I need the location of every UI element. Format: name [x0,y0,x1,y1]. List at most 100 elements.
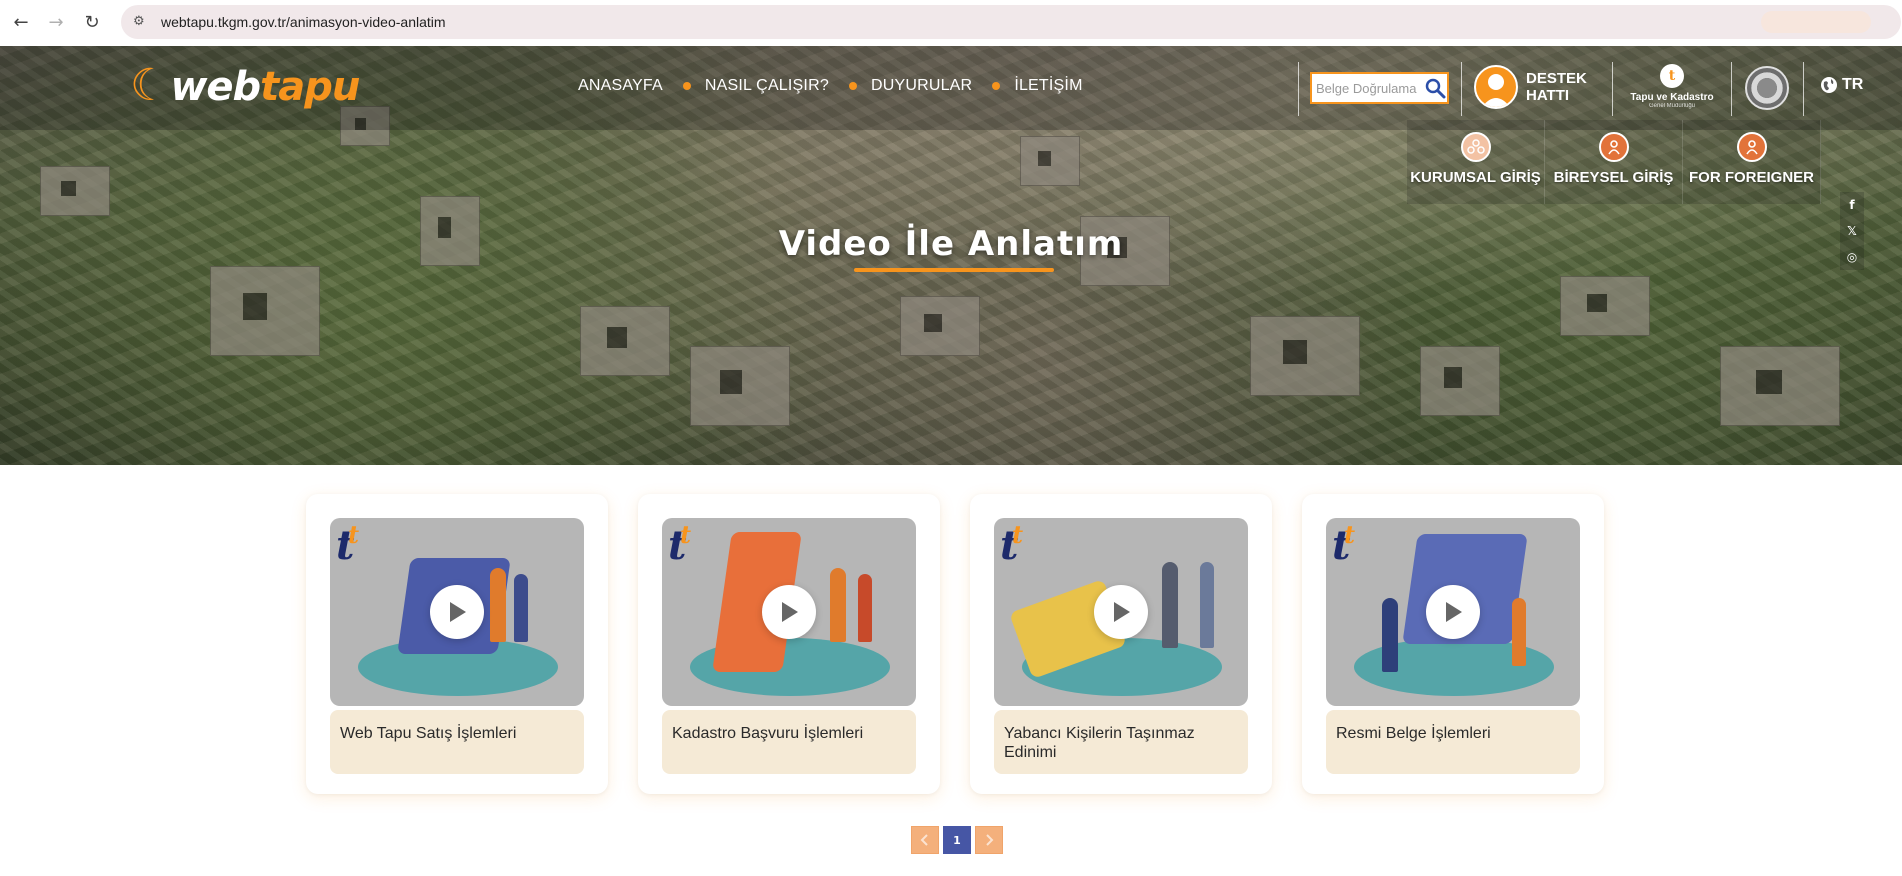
header-divider [1803,62,1804,116]
support-line-label: DESTEK HATTI [1526,70,1587,104]
menu-item-duyurular[interactable]: DUYURULAR [871,77,972,95]
foreigner-login-label: FOR FOREIGNER [1688,169,1814,186]
header-divider [1298,62,1299,116]
video-card[interactable]: tt Kadastro Başvuru İşlemleri [638,494,940,794]
play-icon [450,602,466,622]
page-number-button[interactable]: 1 [943,826,971,854]
title-underline [854,268,1054,272]
hero-photo-detail [1020,136,1080,186]
hero-photo-detail [210,266,320,356]
arrow-right-icon: → [48,11,64,33]
reload-icon: ↻ [84,11,100,33]
video-thumbnail[interactable]: tt [994,518,1248,706]
page-title: Video İle Anlatım [778,224,1124,264]
individual-login-button[interactable]: BİREYSEL GİRİŞ [1545,120,1683,204]
top-navigation: ☾webtapu ANASAYFA NASIL ÇALIŞIR? DUYURUL… [0,46,1902,130]
header-divider [1731,62,1732,116]
toolbar-extension-area [1761,11,1871,33]
chevron-right-icon [986,834,994,846]
video-title[interactable]: Web Tapu Satış İşlemleri [330,710,584,774]
tkgm-watermark-icon: tt [1332,520,1356,569]
video-card[interactable]: tt Resmi Belge İşlemleri [1302,494,1604,794]
video-title[interactable]: Resmi Belge İşlemleri [1326,710,1580,774]
video-thumbnail[interactable]: tt [330,518,584,706]
institution-subtitle: Genel Müdürlüğü [1648,103,1696,109]
user-icon [1598,132,1629,162]
header-divider [1612,62,1613,116]
tkgm-watermark-icon: tt [336,520,360,569]
chevron-left-icon [920,834,928,846]
support-line-button[interactable]: DESTEK HATTI [1474,65,1587,109]
hero-photo-detail [1560,276,1650,336]
hero-photo-detail [900,296,980,356]
url-text: webtapu.tkgm.gov.tr/animasyon-video-anla… [161,14,446,30]
support-line-text-2: HATTI [1526,87,1570,104]
arrow-left-icon: ← [13,11,29,33]
browser-toolbar: ← → ↻ ⚙ webtapu.tkgm.gov.tr/animasyon-vi… [0,0,1902,46]
forward-button[interactable]: → [43,9,69,35]
language-code: TR [1842,76,1864,93]
video-title[interactable]: Kadastro Başvuru İşlemleri [662,710,916,774]
thumbnail-illustration [1200,562,1214,648]
hero-photo-detail [1720,346,1840,426]
play-button[interactable] [430,585,484,639]
play-button[interactable] [762,585,816,639]
hero-photo-detail [580,306,670,376]
menu-item-nasil-calisir[interactable]: NASIL ÇALIŞIR? [705,77,829,95]
login-options: KURUMSAL GİRİŞ BİREYSEL GİRİŞ FOR FOREIG… [1407,120,1821,204]
corporate-users-icon [1460,132,1491,162]
corporate-login-label: KURUMSAL GİRİŞ [1410,169,1541,186]
play-icon [782,602,798,622]
play-button[interactable] [1094,585,1148,639]
video-thumbnail[interactable]: tt [1326,518,1580,706]
facebook-icon[interactable]: f [1849,198,1854,212]
play-icon [1114,602,1130,622]
webtapu-logo[interactable]: ☾webtapu [130,60,360,111]
logo-mark-icon: ☾ [130,60,169,111]
play-button[interactable] [1426,585,1480,639]
globe-icon [1821,77,1837,93]
previous-page-button[interactable] [911,826,939,854]
logo-text-prefix: web [170,64,261,110]
video-card[interactable]: tt Web Tapu Satış İşlemleri [306,494,608,794]
video-thumbnail[interactable]: tt [662,518,916,706]
tkgm-watermark-icon: tt [668,520,692,569]
logo-text-accent: tapu [260,64,360,110]
menu-item-iletisim[interactable]: İLETİŞİM [1014,77,1082,95]
site-info-icon[interactable]: ⚙ [133,14,149,30]
main-menu: ANASAYFA NASIL ÇALIŞIR? DUYURULAR İLETİŞ… [578,77,1083,95]
menu-separator-dot [992,82,1001,90]
menu-item-anasayfa[interactable]: ANASAYFA [578,77,663,95]
thumbnail-illustration [830,568,846,642]
support-line-text-1: DESTEK [1526,70,1587,87]
support-agent-icon [1474,65,1518,109]
foreigner-login-button[interactable]: FOR FOREIGNER [1683,120,1821,204]
menu-separator-dot [848,82,857,90]
header-divider [1461,62,1462,116]
back-button[interactable]: ← [8,9,34,35]
address-bar[interactable]: ⚙ webtapu.tkgm.gov.tr/animasyon-video-an… [121,5,1901,39]
thumbnail-illustration [514,574,528,642]
next-page-button[interactable] [975,826,1003,854]
thumbnail-illustration [490,568,506,642]
reload-button[interactable]: ↻ [79,9,105,35]
menu-separator-dot [682,82,691,90]
video-card[interactable]: tt Yabancı Kişilerin Taşınmaz Edinimi [970,494,1272,794]
tkgm-logo[interactable]: t Tapu ve Kadastro Genel Müdürlüğü [1626,64,1718,109]
document-verification-input[interactable] [1312,75,1422,101]
language-switcher[interactable]: TR [1820,76,1863,94]
thumbnail-illustration [1162,562,1178,648]
hero-banner: ☾webtapu ANASAYFA NASIL ÇALIŞIR? DUYURUL… [0,46,1902,465]
hero-photo-detail [690,346,790,426]
document-verification-search [1310,72,1449,104]
thumbnail-illustration [858,574,872,642]
play-icon [1446,602,1462,622]
corporate-login-button[interactable]: KURUMSAL GİRİŞ [1407,120,1545,204]
ministry-seal-icon[interactable] [1745,66,1789,110]
search-icon[interactable] [1422,75,1447,101]
tkgm-watermark-icon: tt [1000,520,1024,569]
video-title[interactable]: Yabancı Kişilerin Taşınmaz Edinimi [994,710,1248,774]
thumbnail-illustration [1512,598,1526,666]
thumbnail-illustration [1382,598,1398,672]
foreigner-user-icon [1736,132,1767,162]
